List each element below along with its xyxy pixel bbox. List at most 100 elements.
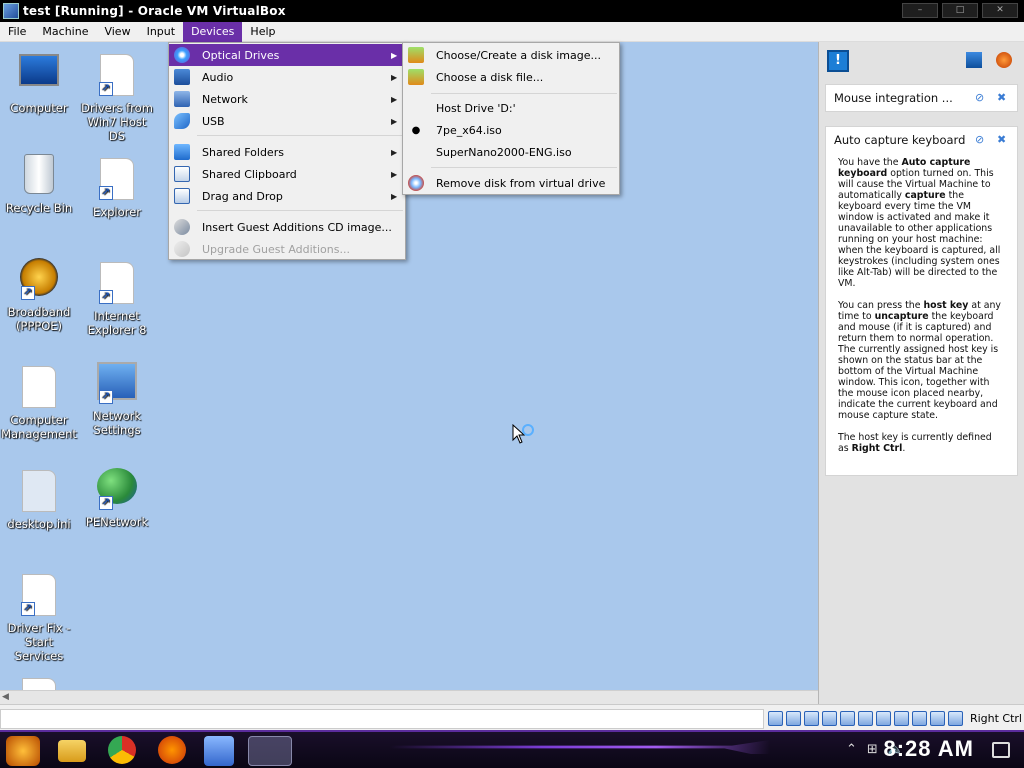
audio-status-icon[interactable]: [804, 711, 819, 726]
document-icon: [22, 678, 56, 690]
menu-input[interactable]: Input: [139, 22, 183, 42]
disk-file-icon: [408, 69, 424, 85]
usb-status-icon[interactable]: [840, 711, 855, 726]
shortcut-arrow-icon: ↗: [99, 82, 113, 96]
mute-notification-icon[interactable]: ⊘: [975, 134, 987, 146]
menu-item-network[interactable]: Network ▶: [169, 88, 405, 110]
close-notification-icon[interactable]: ✖: [997, 134, 1009, 146]
host-taskbar: ⌃ ⊞ 🔈 8:28 AM: [0, 730, 1024, 768]
desktop-icon-explorer[interactable]: ↗ Explorer: [78, 158, 156, 219]
menu-item-insert-guest-additions[interactable]: Insert Guest Additions CD image...: [169, 216, 405, 238]
recycle-bin-icon: [24, 154, 54, 194]
busy-cursor-icon: [512, 424, 534, 444]
menu-view[interactable]: View: [96, 22, 138, 42]
horizontal-scrollbar[interactable]: ◀: [0, 690, 818, 704]
desktop-icon-penetwork[interactable]: ↗ PENetwork: [78, 468, 156, 529]
shared-folders-icon: [174, 144, 190, 160]
menu-item-optical-drives[interactable]: Optical Drives ▶: [169, 44, 405, 66]
menu-item-usb[interactable]: USB ▶: [169, 110, 405, 132]
shared-folders-status-icon[interactable]: [858, 711, 873, 726]
keyboard-capture-status-icon[interactable]: [948, 711, 963, 726]
optical-drive-icon: [174, 47, 190, 63]
maximize-icon[interactable]: □: [942, 3, 978, 18]
network-status-icon[interactable]: [822, 711, 837, 726]
desktop-icon-network-settings[interactable]: ↗ Network Settings: [78, 362, 156, 437]
disk-image-icon: [408, 47, 424, 63]
virtualbox-taskbar-icon[interactable]: [204, 736, 234, 766]
mouse-integration-status-icon[interactable]: [930, 711, 945, 726]
menu-devices[interactable]: Devices: [183, 21, 243, 42]
menu-item-remove-disk[interactable]: Remove disk from virtual drive: [403, 172, 619, 194]
cpu-status-icon[interactable]: [912, 711, 927, 726]
menu-item-shared-clipboard[interactable]: Shared Clipboard ▶: [169, 163, 405, 185]
action-center-icon[interactable]: [992, 742, 1010, 758]
notification-center-icon[interactable]: !: [827, 50, 849, 72]
desktop-icon-computer[interactable]: Computer: [0, 54, 78, 115]
notification-paragraph: The host key is currently defined as Rig…: [838, 432, 992, 454]
menu-item-audio[interactable]: Audio ▶: [169, 66, 405, 88]
usb-icon: [174, 113, 190, 129]
menu-help[interactable]: Help: [242, 22, 283, 42]
sort-icon[interactable]: [966, 52, 982, 68]
scroll-left-icon[interactable]: ◀: [2, 692, 9, 702]
desktop-icon-drivers[interactable]: ↗ Drivers from Win7 Host DS: [78, 54, 156, 143]
menu-item-host-drive-d[interactable]: Host Drive 'D:': [403, 97, 619, 119]
host-key-label: Right Ctrl: [969, 712, 1022, 725]
desktop-icon-internet-explorer[interactable]: ↗ Internet Explorer 8: [78, 262, 156, 337]
desktop-icon-label: Recycle Bin: [5, 201, 73, 215]
optical-drives-submenu: Choose/Create a disk image... Choose a d…: [402, 42, 620, 195]
file-explorer-icon[interactable]: [58, 740, 86, 762]
shortcut-arrow-icon: ↗: [99, 290, 113, 304]
chrome-icon[interactable]: [108, 736, 136, 764]
drag-and-drop-icon: [174, 188, 190, 204]
show-hidden-icons-icon[interactable]: ⌃: [846, 742, 857, 757]
mute-notification-icon[interactable]: ⊘: [975, 92, 987, 104]
taskbar-clock[interactable]: 8:28 AM: [883, 736, 974, 762]
shortcut-arrow-icon: ↗: [21, 286, 35, 300]
close-icon[interactable]: ✕: [982, 3, 1018, 18]
menu-item-supernano2000-iso[interactable]: SuperNano2000-ENG.iso: [403, 141, 619, 163]
notification-body: You have the Auto capture keyboard optio…: [826, 153, 1017, 475]
menu-item-shared-folders[interactable]: Shared Folders ▶: [169, 141, 405, 163]
guest-additions-icon: [174, 219, 190, 235]
taskbar-decoration: [390, 740, 770, 754]
shortcut-arrow-icon: ↗: [21, 602, 35, 616]
document-icon: [22, 470, 56, 512]
optical-drive-status-icon[interactable]: [786, 711, 801, 726]
dismiss-all-icon[interactable]: [996, 52, 1012, 68]
menu-item-choose-disk-file[interactable]: Choose a disk file...: [403, 66, 619, 88]
notification-paragraph: You can press the host key at any time t…: [838, 300, 1001, 421]
desktop-icon-label: Drivers from Win7 Host DS: [81, 101, 153, 143]
document-icon: [22, 366, 56, 408]
desktop-icon-recycle-bin[interactable]: Recycle Bin: [0, 154, 78, 215]
desktop-icon-partial[interactable]: [0, 678, 78, 690]
firefox-icon[interactable]: [158, 736, 186, 764]
window-titlebar: test [Running] - Oracle VM VirtualBox – …: [0, 0, 1024, 22]
desktop-icon-desktop-ini[interactable]: desktop.ini: [0, 470, 78, 531]
menu-item-drag-and-drop[interactable]: Drag and Drop ▶: [169, 185, 405, 207]
menu-file[interactable]: File: [0, 22, 34, 42]
menu-item-choose-create-disk-image[interactable]: Choose/Create a disk image...: [403, 44, 619, 66]
close-notification-icon[interactable]: ✖: [997, 92, 1009, 104]
network-icon: [174, 91, 190, 107]
minimize-icon[interactable]: –: [902, 3, 938, 18]
start-button-icon[interactable]: [6, 736, 40, 766]
audio-icon: [174, 69, 190, 85]
menu-item-upgrade-guest-additions[interactable]: Upgrade Guest Additions...: [169, 238, 405, 260]
notification-auto-capture: Auto capture keyboard ... ⊘ ✖ You have t…: [825, 126, 1018, 476]
network-tray-icon[interactable]: ⊞: [867, 742, 878, 757]
desktop-icon-computer-management[interactable]: Computer Management: [0, 366, 78, 441]
display-status-icon[interactable]: [876, 711, 891, 726]
desktop-icon-driver-fix[interactable]: ↗ Driver Fix - Start Services: [0, 574, 78, 663]
selected-bullet-icon: ●: [411, 124, 421, 136]
vm-window-taskbar-icon[interactable]: [248, 736, 292, 766]
recording-status-icon[interactable]: [894, 711, 909, 726]
menu-machine[interactable]: Machine: [34, 22, 96, 42]
desktop-icon-label: PENetwork: [85, 515, 149, 529]
notification-title: Auto capture keyboard ...: [834, 133, 965, 147]
desktop-icon-label: Broadband (PPPOE): [7, 305, 71, 333]
hard-disk-status-icon[interactable]: [768, 711, 783, 726]
desktop-icon-broadband[interactable]: ↗ Broadband (PPPOE): [0, 258, 78, 333]
menu-item-7pe-x64-iso[interactable]: ● 7pe_x64.iso: [403, 119, 619, 141]
desktop-icon-label: desktop.ini: [7, 517, 71, 531]
